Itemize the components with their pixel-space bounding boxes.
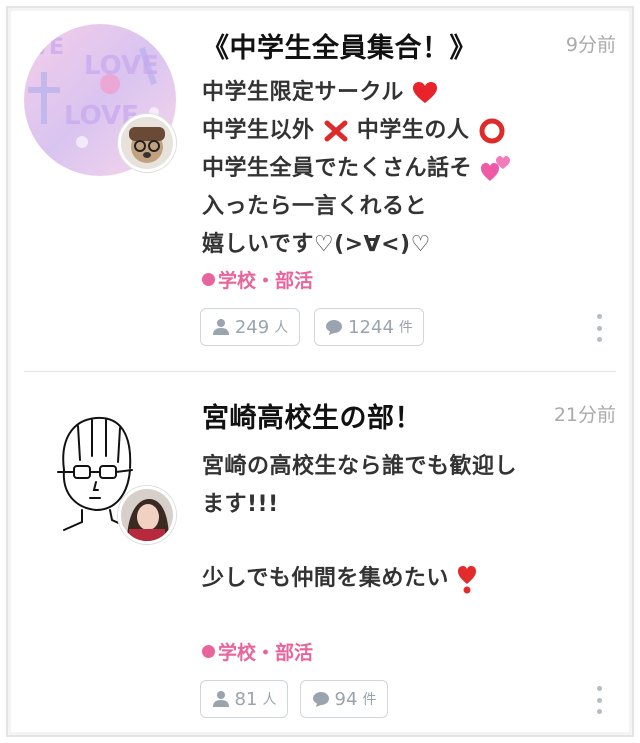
person-icon: [212, 319, 229, 335]
owner-avatar[interactable]: [118, 486, 176, 544]
member-count-button[interactable]: 249 人: [200, 308, 300, 346]
card-divider: [24, 371, 616, 372]
more-options-icon[interactable]: [596, 314, 602, 342]
post-count-button[interactable]: 94 件: [300, 680, 388, 718]
speech-bubble-icon: [312, 692, 329, 707]
circle-title[interactable]: 宮崎高校生の部！: [202, 396, 422, 435]
owner-avatar-icon: [121, 117, 173, 169]
svg-text:LOVE: LOVE: [84, 51, 159, 81]
circle-mark-icon: [479, 118, 505, 144]
exclamation-heart-icon: [458, 566, 477, 594]
category-tag[interactable]: 学校・部活: [202, 638, 313, 665]
two-hearts-icon: [481, 156, 511, 181]
post-time: 21分前: [553, 404, 616, 426]
member-count-button[interactable]: 81 人: [200, 680, 288, 718]
description-line: 中学生限定サークル: [202, 74, 438, 106]
post-count-button[interactable]: 1244 件: [314, 308, 424, 346]
category-dot-icon: [202, 645, 215, 658]
speech-bubble-icon: [326, 320, 343, 335]
description-line: ます!!!: [202, 492, 279, 517]
description-line: 中学生全員でたくさん話そ: [202, 150, 512, 183]
owner-avatar-icon: [121, 489, 173, 541]
circle-card[interactable]: 宮崎高校生の部！ 21分前 宮崎の高校生なら誰でも歓迎し ます!!! 少しでも仲…: [24, 374, 616, 734]
cross-mark-icon: [324, 120, 348, 142]
post-time: 9分前: [565, 34, 616, 56]
description-line: 入ったら一言くれると: [202, 194, 428, 219]
circle-title[interactable]: 《中学生全員集合！》: [202, 26, 477, 65]
category-tag[interactable]: 学校・部活: [202, 266, 313, 293]
owner-avatar[interactable]: [118, 114, 176, 172]
red-heart-icon: [413, 82, 438, 103]
description-line: 少しでも仲間を集めたい: [202, 560, 477, 594]
description-line: 中学生以外 中学生の人: [202, 112, 506, 144]
description-line: 宮崎の高校生なら誰でも歓迎し: [202, 454, 518, 479]
person-icon: [212, 691, 229, 707]
svg-text:VE: VE: [32, 35, 64, 60]
circle-card[interactable]: VE LOVE LOVE LOV 《中学生全員集合！》 9分前 中学生限定サーク…: [24, 16, 616, 372]
more-options-icon[interactable]: [596, 686, 602, 714]
category-dot-icon: [202, 273, 215, 286]
description-line: 嬉しいです♡(>∀<)♡: [202, 232, 431, 257]
